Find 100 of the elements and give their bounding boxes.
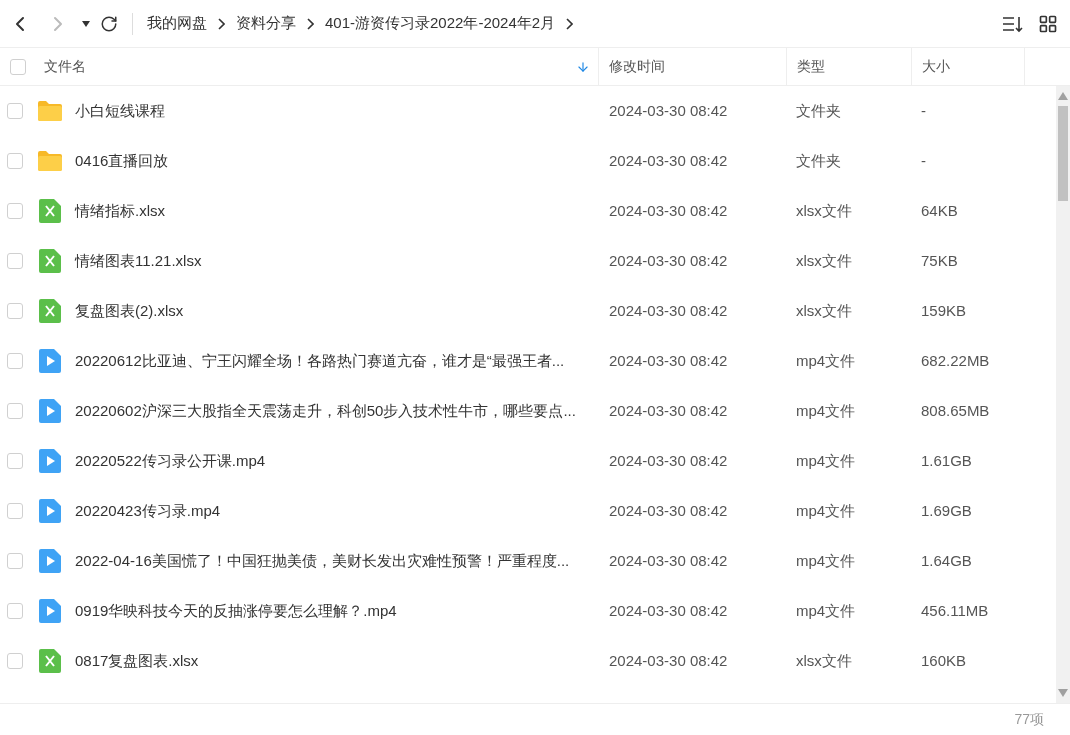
column-header[interactable]: 大小 <box>911 48 1024 85</box>
modified-time: 2024-03-30 08:42 <box>608 250 729 271</box>
file-type: xlsx文件 <box>795 300 853 321</box>
file-name: 20220522传习录公开课.mp4 <box>74 450 267 471</box>
checkbox[interactable] <box>7 403 23 419</box>
column-header[interactable]: 类型 <box>786 48 911 85</box>
column-header[interactable]: 修改时间 <box>598 48 786 85</box>
file-type: mp4文件 <box>795 400 857 421</box>
modified-time: 2024-03-30 08:42 <box>608 350 729 371</box>
spreadsheet-file-icon <box>39 199 61 223</box>
file-type: mp4文件 <box>795 450 857 471</box>
scroll-down-icon[interactable] <box>1058 689 1068 697</box>
modified-time: 2024-03-30 08:42 <box>608 200 729 221</box>
dropdown-caret-icon[interactable] <box>82 20 90 27</box>
grid-view-icon[interactable] <box>1038 13 1058 34</box>
file-name: 小白短线课程 <box>74 100 166 121</box>
checkbox[interactable] <box>7 303 23 319</box>
file-type: mp4文件 <box>795 500 857 521</box>
modified-time: 2024-03-30 08:42 <box>608 400 729 421</box>
modified-time: 2024-03-30 08:42 <box>608 500 729 521</box>
file-row[interactable]: 20220602沪深三大股指全天震荡走升，科创50步入技术性牛市，哪些要点... 2024-03-30 08:42 mp4文件 808.65MB <box>0 386 1056 436</box>
spreadsheet-file-icon <box>39 249 61 273</box>
column-header[interactable]: 文件名 <box>36 56 598 77</box>
file-size: 682.22MB <box>920 350 991 371</box>
file-type: 文件夹 <box>795 100 842 121</box>
breadcrumb-link[interactable]: 401-游资传习录2022年-2024年2月 <box>325 12 556 35</box>
checkbox[interactable] <box>7 253 23 269</box>
item-count: 77项 <box>1014 710 1044 729</box>
file-name: 情绪图表11.21.xlsx <box>73 250 203 271</box>
modified-time: 2024-03-30 08:42 <box>608 600 729 621</box>
file-name: 20220423传习录.mp4 <box>74 500 222 521</box>
breadcrumb-separator-icon <box>566 17 574 30</box>
file-type: xlsx文件 <box>795 200 853 221</box>
breadcrumb-separator-icon <box>307 17 314 30</box>
file-row[interactable]: 情绪指标.xlsx 2024-03-30 08:42 xlsx文件 64KB <box>0 186 1056 236</box>
file-row[interactable]: 小白短线课程 2024-03-30 08:42 文件夹 - <box>0 86 1056 136</box>
file-row[interactable]: 复盘图表(2).xlsx 2024-03-30 08:42 xlsx文件 159KB <box>0 286 1056 336</box>
video-file-icon <box>39 549 61 573</box>
file-row[interactable]: 情绪图表11.21.xlsx 2024-03-30 08:42 xlsx文件 75KB <box>0 236 1056 286</box>
file-size: 64KB <box>920 200 959 221</box>
scrollbar-thumb[interactable] <box>1058 106 1068 201</box>
modified-time: 2024-03-30 08:42 <box>608 100 729 121</box>
checkbox[interactable] <box>7 203 23 219</box>
file-size: 1.61GB <box>920 450 973 471</box>
file-size: - <box>920 150 927 171</box>
breadcrumb-link[interactable]: 我的网盘 <box>147 12 207 35</box>
folder-icon <box>37 150 63 172</box>
file-row[interactable]: 20220522传习录公开课.mp4 2024-03-30 08:42 mp4文件 1.61GB <box>0 436 1056 486</box>
video-file-icon <box>39 599 61 623</box>
checkbox[interactable] <box>7 353 23 369</box>
file-name: 20220602沪深三大股指全天震荡走升，科创50步入技术性牛市，哪些要点... <box>74 400 577 421</box>
modified-time: 2024-03-30 08:42 <box>608 150 729 171</box>
modified-time: 2024-03-30 08:42 <box>608 550 729 571</box>
file-size: - <box>920 100 927 121</box>
file-type: xlsx文件 <box>795 250 853 271</box>
file-name: 情绪指标.xlsx <box>73 200 166 221</box>
checkbox[interactable] <box>7 153 23 169</box>
checkbox[interactable] <box>7 503 23 519</box>
checkbox[interactable] <box>7 603 23 619</box>
file-name: 0919华映科技今天的反抽涨停要怎么理解？.mp4 <box>74 600 398 621</box>
checkbox[interactable] <box>7 453 23 469</box>
file-row[interactable]: 0817复盘图表.xlsx 2024-03-30 08:42 xlsx文件 160KB <box>0 636 1056 686</box>
file-size: 808.65MB <box>920 400 991 421</box>
sort-list-icon[interactable] <box>1002 14 1024 33</box>
file-size: 160KB <box>920 650 968 671</box>
file-row[interactable]: 20220612比亚迪、宁王闪耀全场！各路热门赛道亢奋，谁才是“最强王者... 2024-03-30 08:42 mp4文件 682.22MB <box>0 336 1056 386</box>
file-name: 0416直播回放 <box>74 150 170 171</box>
refresh-icon[interactable] <box>100 14 118 33</box>
file-type: 文件夹 <box>795 150 842 171</box>
file-size: 1.64GB <box>920 550 973 571</box>
file-size: 75KB <box>920 250 959 271</box>
file-row[interactable]: 20220423传习录.mp4 2024-03-30 08:42 mp4文件 1.69GB <box>0 486 1056 536</box>
video-file-icon <box>39 449 61 473</box>
file-type: mp4文件 <box>795 550 857 571</box>
folder-icon <box>37 100 63 122</box>
file-row[interactable]: 0416直播回放 2024-03-30 08:42 文件夹 - <box>0 136 1056 186</box>
modified-time: 2024-03-30 08:42 <box>608 650 729 671</box>
scrollbar[interactable] <box>1056 86 1070 703</box>
spreadsheet-file-icon <box>39 299 61 323</box>
file-row[interactable]: 0919华映科技今天的反抽涨停要怎么理解？.mp4 2024-03-30 08:42 mp4文件 456.11MB <box>0 586 1056 636</box>
file-size: 456.11MB <box>920 600 990 621</box>
breadcrumb-link[interactable]: 资料分享 <box>236 12 296 35</box>
scroll-up-icon[interactable] <box>1058 92 1068 100</box>
checkbox[interactable] <box>7 553 23 569</box>
file-type: xlsx文件 <box>795 650 853 671</box>
file-name: 复盘图表(2).xlsx <box>74 300 185 321</box>
modified-time: 2024-03-30 08:42 <box>608 300 729 321</box>
file-row[interactable]: 2022-04-16美国慌了！中国狂抛美债，美财长发出灾难性预警！严重程度... 2024-03-30 08:42 mp4文件 1.64GB <box>0 536 1056 586</box>
file-type: mp4文件 <box>795 600 857 621</box>
breadcrumb-separator-icon <box>218 17 225 30</box>
modified-time: 2024-03-30 08:42 <box>608 450 729 471</box>
checkbox[interactable] <box>10 58 26 75</box>
checkbox[interactable] <box>7 103 23 119</box>
spreadsheet-file-icon <box>39 649 61 673</box>
file-name: 2022-04-16美国慌了！中国狂抛美债，美财长发出灾难性预警！严重程度... <box>74 550 571 571</box>
file-size: 159KB <box>920 300 968 321</box>
file-name: 0817复盘图表.xlsx <box>74 650 200 671</box>
file-name: 20220612比亚迪、宁王闪耀全场！各路热门赛道亢奋，谁才是“最强王者... <box>74 350 566 371</box>
checkbox[interactable] <box>7 653 23 669</box>
video-file-icon <box>39 399 61 423</box>
